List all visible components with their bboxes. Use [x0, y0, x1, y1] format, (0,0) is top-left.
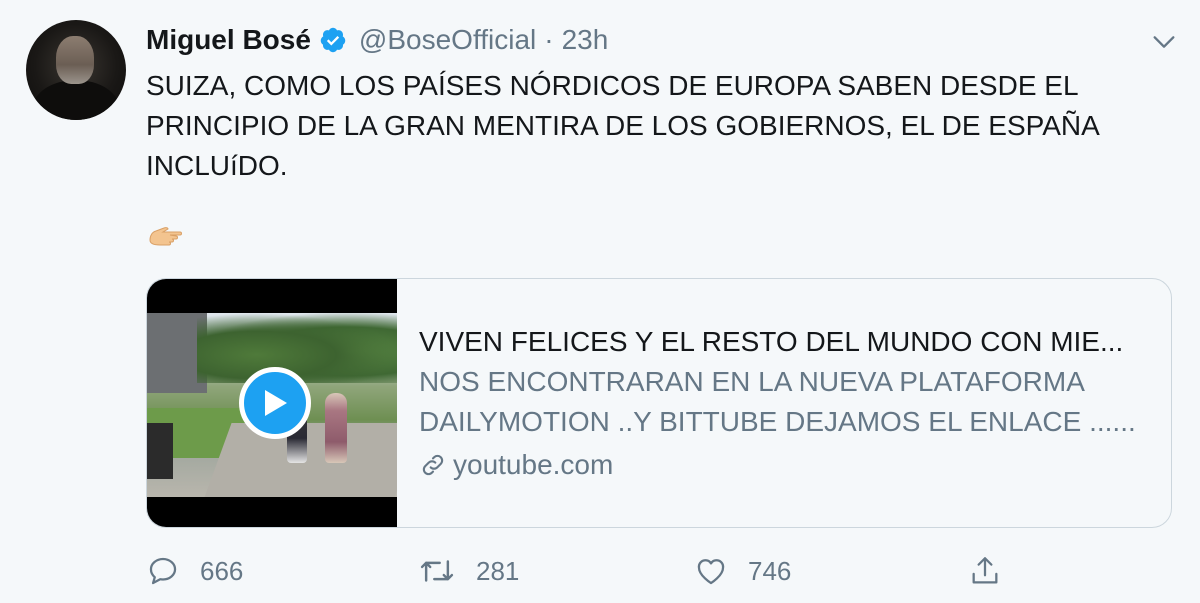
retweet-icon — [420, 560, 454, 582]
timestamp[interactable]: 23h — [562, 24, 609, 56]
link-card[interactable]: VIVEN FELICES Y EL RESTO DEL MUNDO CON M… — [146, 278, 1172, 528]
reply-icon — [149, 557, 177, 585]
retweet-count: 281 — [476, 555, 520, 586]
card-title: VIVEN FELICES Y EL RESTO DEL MUNDO CON M… — [419, 326, 1124, 357]
tweet-header: Miguel Bosé @BoseOfficial · 23h — [146, 22, 608, 58]
card-domain-text: youtube.com — [453, 449, 614, 480]
retweet-button[interactable]: 281 — [418, 548, 519, 594]
avatar-head — [56, 36, 94, 84]
verified-badge-icon — [320, 27, 346, 53]
avatar[interactable] — [26, 20, 126, 120]
card-domain: youtube.com — [419, 447, 1159, 483]
play-button[interactable] — [239, 367, 311, 439]
reply-count: 666 — [200, 555, 244, 586]
share-icon — [972, 557, 998, 584]
like-button[interactable]: 746 — [694, 548, 791, 594]
card-body: VIVEN FELICES Y EL RESTO DEL MUNDO CON M… — [419, 323, 1159, 483]
tweet-actions: 666 281 746 — [146, 548, 1176, 594]
thumb-bin — [147, 423, 173, 479]
tweet-text: SUIZA, COMO LOS PAÍSES NÓRDICOS DE EUROP… — [146, 70, 1099, 181]
card-description-line1: NOS ENCONTRARAN EN LA NUEVA PLATAFORMA — [419, 366, 1085, 397]
card-thumbnail[interactable] — [147, 279, 397, 527]
display-name[interactable]: Miguel Bosé — [146, 24, 311, 56]
handle[interactable]: @BoseOfficial — [359, 24, 536, 56]
thumb-trees — [197, 313, 397, 383]
reply-button[interactable]: 666 — [146, 548, 243, 594]
avatar-body — [32, 80, 120, 120]
separator-dot: · — [544, 24, 554, 55]
like-count: 746 — [748, 555, 792, 586]
chevron-down-icon[interactable] — [1150, 28, 1178, 56]
share-button[interactable] — [968, 548, 1022, 594]
card-description-line2: DAILYMOTION ..Y BITTUBE DEJAMOS EL ENLAC… — [419, 406, 1136, 437]
thumb-person — [325, 393, 347, 463]
link-icon — [422, 454, 444, 476]
heart-icon — [697, 559, 725, 585]
tweet[interactable]: Miguel Bosé @BoseOfficial · 23h SUIZA, C… — [0, 0, 1200, 603]
pointing-right-icon — [149, 227, 182, 246]
play-icon — [265, 390, 287, 416]
